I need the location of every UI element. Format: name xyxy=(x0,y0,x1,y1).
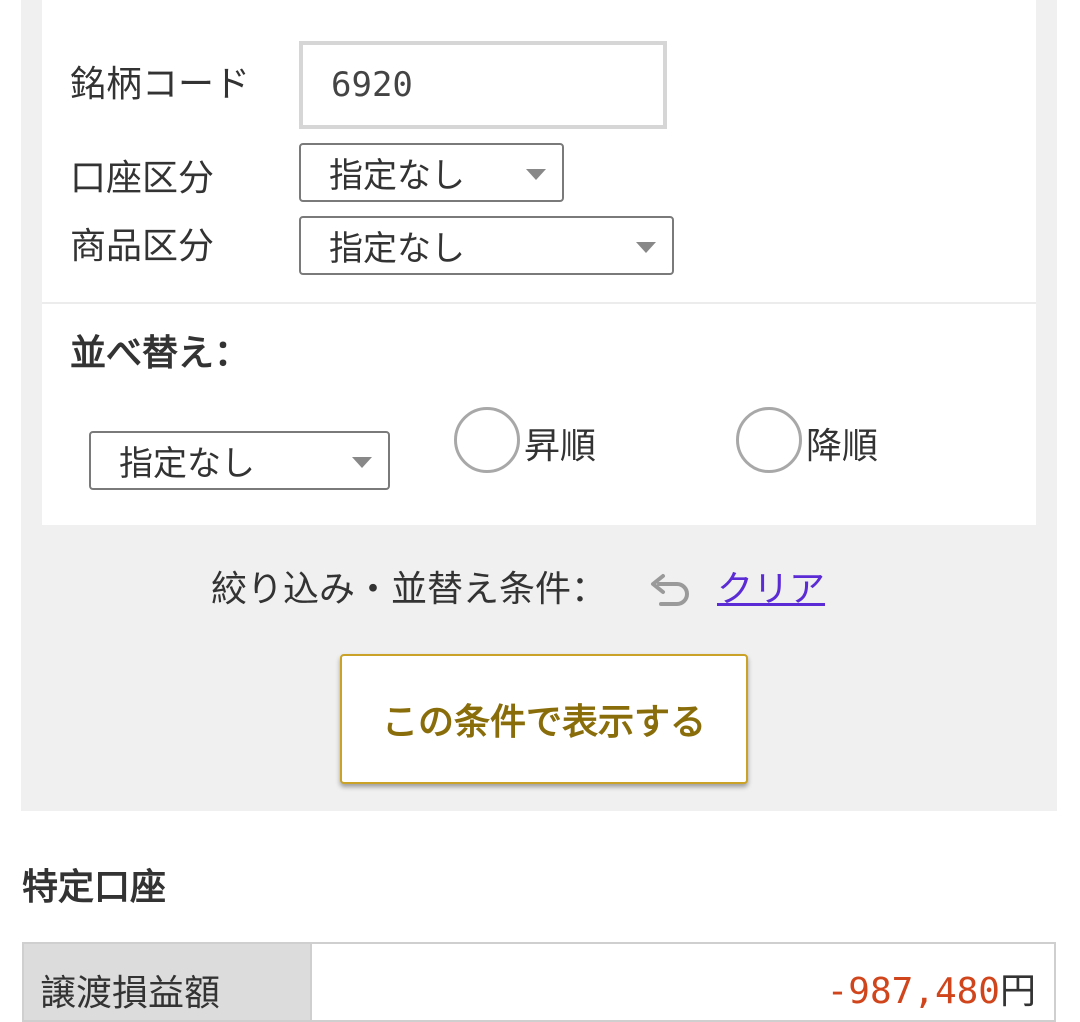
filter-card: 銘柄コード 口座区分 指定なし 商品区分 指定なし 並べ替え： 指定なし 昇順 … xyxy=(42,0,1036,525)
account-type-selected: 指定なし xyxy=(329,156,465,196)
account-type-label: 口座区分 xyxy=(70,158,215,199)
summary-value: -987,480円 xyxy=(312,944,1054,1020)
stock-code-label: 銘柄コード xyxy=(70,64,251,105)
undo-icon[interactable] xyxy=(649,572,693,612)
sort-field-selected: 指定なし xyxy=(119,444,255,484)
account-section-title: 特定口座 xyxy=(22,867,167,908)
stock-code-input[interactable] xyxy=(299,41,667,129)
summary-table: 譲渡損益額 -987,480円 xyxy=(22,942,1056,1022)
sort-title: 並べ替え： xyxy=(70,333,251,374)
summary-label: 譲渡損益額 xyxy=(24,944,312,1020)
chevron-down-icon xyxy=(636,242,656,253)
ascending-radio[interactable] xyxy=(454,407,520,473)
submit-button[interactable]: この条件で表示する xyxy=(340,654,748,784)
descending-label: 降順 xyxy=(806,426,879,467)
sort-field-select[interactable]: 指定なし xyxy=(89,431,390,490)
chevron-down-icon xyxy=(352,457,372,468)
product-type-select[interactable]: 指定なし xyxy=(299,216,674,275)
chevron-down-icon xyxy=(526,169,546,180)
divider xyxy=(42,302,1036,304)
descending-radio[interactable] xyxy=(736,407,802,473)
ascending-label: 昇順 xyxy=(524,426,597,467)
conditions-row: 絞り込み・並替え条件： クリア xyxy=(21,570,1057,618)
clear-link[interactable]: クリア xyxy=(717,572,825,608)
product-type-label: 商品区分 xyxy=(70,226,215,267)
filter-panel: 銘柄コード 口座区分 指定なし 商品区分 指定なし 並べ替え： 指定なし 昇順 … xyxy=(21,0,1057,811)
product-type-selected: 指定なし xyxy=(329,229,465,269)
conditions-label: 絞り込み・並替え条件： xyxy=(211,569,608,610)
account-type-select[interactable]: 指定なし xyxy=(299,143,564,202)
